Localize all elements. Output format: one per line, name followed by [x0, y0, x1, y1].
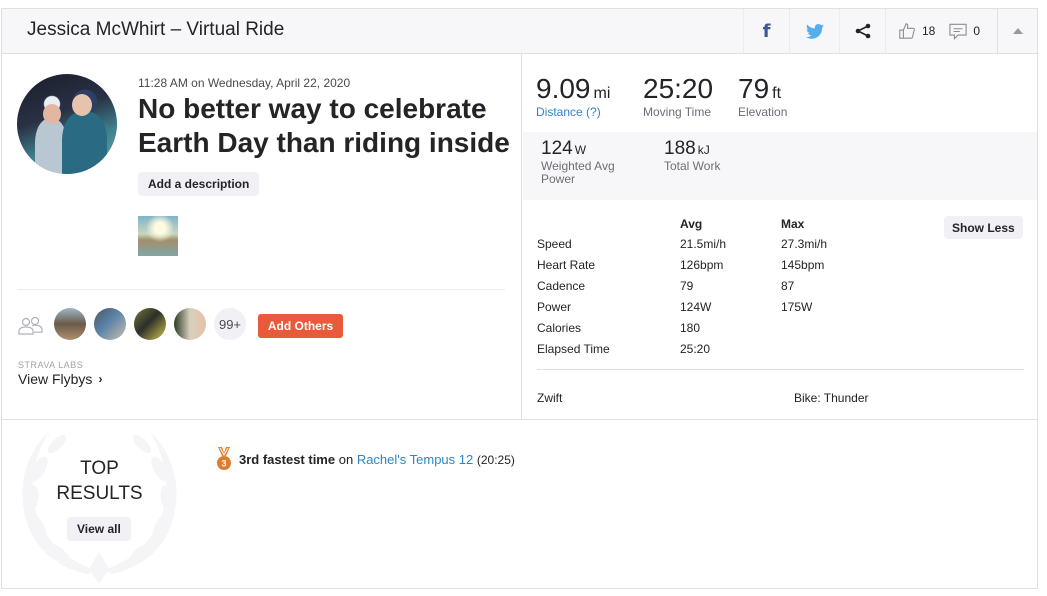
- kudos-count[interactable]: 18: [922, 24, 935, 38]
- stat-label: Total Work: [664, 159, 721, 173]
- column-header-max: Max: [781, 216, 805, 231]
- top-results-section: TOP RESULTS View all 3 3rd fastest time …: [2, 419, 1037, 589]
- athlete-avatar[interactable]: [17, 74, 117, 174]
- stat-value: 79: [738, 73, 770, 104]
- share-facebook-button[interactable]: f: [743, 9, 789, 53]
- stat-total-work: 188 kJ Total Work: [664, 138, 754, 173]
- kudos-comments-group: 18 0: [885, 9, 997, 53]
- stat-unit: ft: [772, 85, 782, 102]
- view-flybys-link[interactable]: View Flybys ›: [18, 371, 102, 387]
- bronze-medal-icon: 3: [217, 447, 231, 470]
- group-athlete-avatar[interactable]: [94, 308, 126, 340]
- twitter-icon: [805, 23, 824, 39]
- device-name: Zwift: [537, 391, 563, 405]
- activity-title: No better way to celebrate Earth Day tha…: [138, 93, 510, 158]
- activity-summary: 11:28 AM on Wednesday, April 22, 2020 No…: [2, 54, 522, 419]
- column-header-avg: Avg: [680, 216, 703, 231]
- chevron-right-icon: ›: [98, 372, 103, 386]
- stat-elevation: 79 ft Elevation: [738, 73, 788, 120]
- stat-value: 124: [541, 138, 573, 159]
- stat-unit: W: [574, 143, 587, 157]
- stats-table: Avg Max Speed 21.5mi/h 27.3mi/h Heart Rate…: [537, 214, 907, 359]
- table-row: Heart Rate 126bpm 145bpm: [537, 257, 825, 272]
- activity-header: Jessica McWhirt – Virtual Ride f 18 0: [2, 9, 1037, 54]
- thumbs-up-icon[interactable]: [898, 22, 916, 40]
- divider: [537, 369, 1024, 370]
- medal-rank: 3: [221, 459, 226, 469]
- achievement-item: 3 3rd fastest time on Rachel's Tempus 12…: [215, 447, 515, 471]
- stat-value: 25:20: [643, 73, 714, 104]
- add-others-button[interactable]: Add Others: [258, 314, 343, 338]
- activity-timestamp: 11:28 AM on Wednesday, April 22, 2020: [138, 76, 351, 90]
- view-flybys-label: View Flybys: [18, 371, 93, 387]
- collapse-button[interactable]: [997, 9, 1037, 53]
- segment-link[interactable]: Rachel's Tempus 12: [357, 452, 473, 467]
- table-row: Elapsed Time 25:20: [537, 341, 711, 356]
- group-icon: [18, 316, 43, 335]
- table-header: Avg Max: [537, 214, 907, 233]
- distance-help-link[interactable]: Distance (?): [536, 105, 610, 119]
- group-more-count[interactable]: 99+: [214, 308, 246, 340]
- share-button[interactable]: [839, 9, 885, 53]
- share-twitter-button[interactable]: [789, 9, 839, 53]
- add-description-button[interactable]: Add a description: [138, 172, 260, 196]
- stat-unit: mi: [593, 85, 611, 102]
- activity-stats: 9.09 mi Distance (?) 25:20 Moving Time 79…: [523, 54, 1037, 419]
- share-icon: [855, 23, 870, 39]
- table-row: Cadence 79 87: [537, 278, 795, 293]
- achievement-rank-text: 3rd fastest time: [239, 451, 336, 467]
- strava-labs-label: STRAVA LABS: [18, 360, 84, 370]
- achievement-connector: on: [338, 451, 354, 467]
- table-row: Calories 180: [537, 320, 701, 335]
- stat-unit: kJ: [697, 143, 710, 157]
- achievement-time: (20:25): [476, 452, 515, 467]
- view-all-button[interactable]: View all: [67, 517, 131, 541]
- top-results-heading: TOP RESULTS: [56, 458, 143, 504]
- bike-name: Bike: Thunder: [794, 391, 869, 405]
- divider: [17, 289, 505, 290]
- group-athlete-avatar[interactable]: [54, 308, 86, 340]
- facebook-icon: f: [762, 20, 771, 42]
- comments-count[interactable]: 0: [973, 24, 980, 38]
- stat-label: Elevation: [738, 105, 788, 119]
- group-athlete-avatar[interactable]: [174, 308, 206, 340]
- group-athlete-avatar[interactable]: [134, 308, 166, 340]
- stat-value: 188: [664, 138, 696, 159]
- stat-moving-time: 25:20 Moving Time: [643, 73, 714, 120]
- stat-distance: 9.09 mi Distance (?): [536, 73, 611, 120]
- stat-value: 9.09: [536, 73, 591, 104]
- activity-card: Jessica McWhirt – Virtual Ride f 18 0 11…: [1, 8, 1038, 589]
- stat-weighted-power: 124 W Weighted Avg Power: [541, 138, 631, 186]
- stat-label: Weighted Avg Power: [541, 159, 615, 186]
- comment-icon[interactable]: [949, 23, 967, 40]
- caret-up-icon: [1012, 28, 1023, 34]
- secondary-stats: 124 W Weighted Avg Power 188 kJ Total Work: [523, 132, 1037, 200]
- activity-photo-thumbnail[interactable]: [138, 216, 178, 256]
- page-title: Jessica McWhirt – Virtual Ride: [27, 19, 285, 40]
- header-actions: f 18 0: [743, 9, 1037, 53]
- show-less-button[interactable]: Show Less: [944, 216, 1023, 239]
- stat-label: Moving Time: [643, 105, 712, 119]
- table-row: Power 124W 175W: [537, 299, 813, 314]
- table-row: Speed 21.5mi/h 27.3mi/h: [537, 236, 828, 251]
